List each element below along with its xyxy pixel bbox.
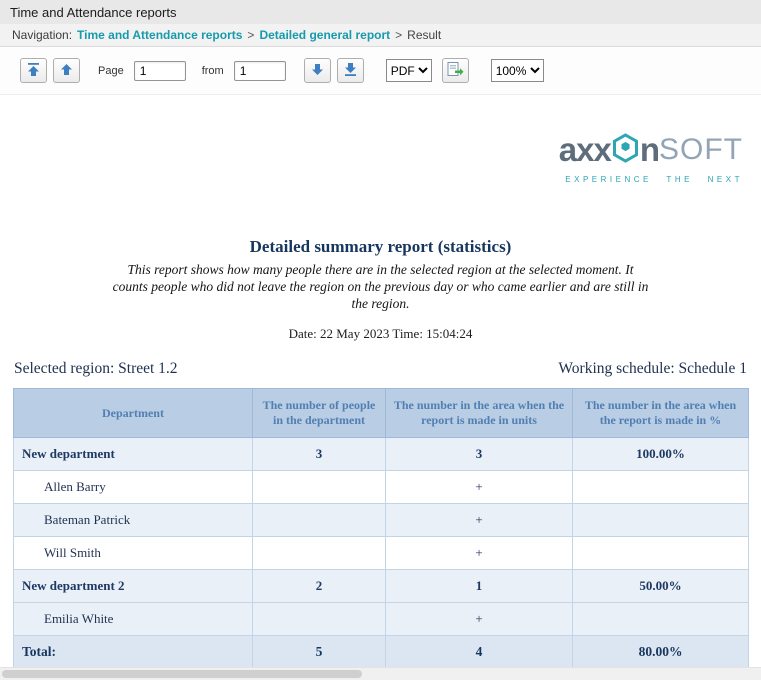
cell-name: Bateman Patrick xyxy=(14,504,253,537)
window-titlebar: Time and Attendance reports xyxy=(0,0,761,24)
breadcrumb-separator: > xyxy=(247,28,254,42)
cell-people xyxy=(253,504,386,537)
table-row: Will Smith + xyxy=(14,537,749,570)
report-description: This report shows how many people there … xyxy=(111,261,651,312)
breadcrumb-label: Navigation: xyxy=(12,28,72,42)
breadcrumb-current: Result xyxy=(407,28,441,42)
zoom-select[interactable]: 100% xyxy=(491,59,544,82)
breadcrumb-link-time-attendance[interactable]: Time and Attendance reports xyxy=(77,28,242,42)
toolbar: Page from PDF xyxy=(0,47,761,95)
cell-units: + xyxy=(386,504,573,537)
cell-people: 5 xyxy=(253,636,386,668)
breadcrumb-separator: > xyxy=(395,28,402,42)
hexagon-o-icon xyxy=(612,133,639,168)
column-header-department: Department xyxy=(14,389,253,438)
table-header-row: Department The number of people in the d… xyxy=(14,389,749,438)
axxonsoft-logo: axx n SOFT EXPERIENCE THE NEXT xyxy=(559,131,743,184)
total-pages-input[interactable] xyxy=(234,61,286,81)
column-header-in-area-units: The number in the area when the report i… xyxy=(386,389,573,438)
export-button[interactable] xyxy=(442,58,469,83)
report-page: axx n SOFT EXPERIENCE THE NEXT Detailed … xyxy=(0,95,761,667)
last-page-button[interactable] xyxy=(337,58,364,83)
report-datetime: Date: 22 May 2023 Time: 15:04:24 xyxy=(0,326,761,342)
cell-people: 3 xyxy=(253,438,386,471)
page-label: Page xyxy=(98,65,124,77)
cell-name: Will Smith xyxy=(14,537,253,570)
format-select[interactable]: PDF xyxy=(386,59,432,82)
table-row: New department33100.00% xyxy=(14,438,749,471)
export-icon xyxy=(447,62,464,80)
page-number-input[interactable] xyxy=(134,61,186,81)
report-parameters: Selected region: Street 1.2 Working sche… xyxy=(14,360,747,378)
report-table-body: New department33100.00%Allen Barry+Batem… xyxy=(14,438,749,668)
table-row: Bateman Patrick + xyxy=(14,504,749,537)
table-row: Allen Barry + xyxy=(14,471,749,504)
cell-people xyxy=(253,537,386,570)
cell-name: New department xyxy=(14,438,253,471)
breadcrumb: Navigation: Time and Attendance reports … xyxy=(0,24,761,47)
table-row: Emilia White + xyxy=(14,603,749,636)
cell-name: Total: xyxy=(14,636,253,668)
arrow-down-icon xyxy=(311,63,324,79)
cell-name: Allen Barry xyxy=(14,471,253,504)
next-page-button[interactable] xyxy=(304,58,331,83)
breadcrumb-link-detailed-general-report[interactable]: Detailed general report xyxy=(259,28,390,42)
cell-units: 4 xyxy=(386,636,573,668)
arrow-down-bar-icon xyxy=(344,63,357,79)
cell-name: Emilia White xyxy=(14,603,253,636)
cell-units: + xyxy=(386,537,573,570)
logo-text-axx: axx xyxy=(559,131,611,169)
cell-percent xyxy=(573,603,749,636)
report-table: Department The number of people in the d… xyxy=(13,388,749,667)
cell-percent: 50.00% xyxy=(573,570,749,603)
cell-percent xyxy=(573,471,749,504)
cell-units: + xyxy=(386,603,573,636)
cell-percent: 100.00% xyxy=(573,438,749,471)
working-schedule-label: Working schedule: Schedule 1 xyxy=(558,360,747,378)
logo-text-n: n xyxy=(640,131,659,169)
cell-units: + xyxy=(386,471,573,504)
first-page-button[interactable] xyxy=(20,58,47,83)
horizontal-scrollbar[interactable] xyxy=(0,667,761,680)
cell-people xyxy=(253,603,386,636)
cell-percent xyxy=(573,504,749,537)
cell-percent: 80.00% xyxy=(573,636,749,668)
logo-text-soft: SOFT xyxy=(659,133,743,167)
window-title: Time and Attendance reports xyxy=(10,5,176,20)
report-title: Detailed summary report (statistics) xyxy=(0,237,761,257)
cell-people xyxy=(253,471,386,504)
cell-name: New department 2 xyxy=(14,570,253,603)
table-row: New department 22150.00% xyxy=(14,570,749,603)
scrollbar-thumb[interactable] xyxy=(2,670,362,678)
arrow-up-icon xyxy=(60,63,73,79)
logo-tagline: EXPERIENCE THE NEXT xyxy=(559,175,743,184)
column-header-people-count: The number of people in the department xyxy=(253,389,386,438)
previous-page-button[interactable] xyxy=(53,58,80,83)
selected-region-label: Selected region: Street 1.2 xyxy=(14,360,178,378)
arrow-up-bar-icon xyxy=(27,63,40,79)
cell-units: 1 xyxy=(386,570,573,603)
cell-people: 2 xyxy=(253,570,386,603)
cell-units: 3 xyxy=(386,438,573,471)
column-header-in-area-percent: The number in the area when the report i… xyxy=(573,389,749,438)
app-window: Time and Attendance reports Navigation: … xyxy=(0,0,761,680)
table-row: Total:5480.00% xyxy=(14,636,749,668)
cell-percent xyxy=(573,537,749,570)
from-label: from xyxy=(202,65,224,77)
